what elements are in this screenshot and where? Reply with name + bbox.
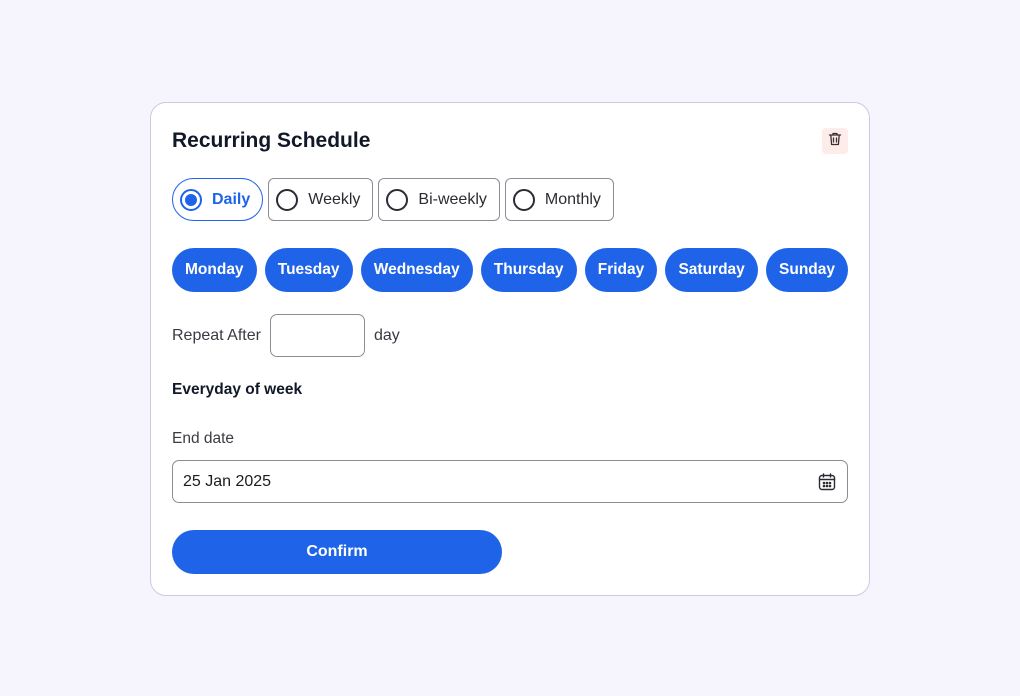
weekday-selector: Monday Tuesday Wednesday Thursday Friday… [172, 248, 848, 292]
end-date-field[interactable]: 25 Jan 2025 [172, 460, 848, 503]
radio-unselected-icon [276, 188, 299, 211]
frequency-options: Daily Weekly Bi-weekly Monthly [172, 178, 614, 221]
radio-unselected-icon [512, 188, 535, 211]
trash-icon [827, 131, 843, 152]
radio-unselected-icon [386, 188, 409, 211]
frequency-option-weekly[interactable]: Weekly [268, 178, 374, 221]
repeat-unit-label: day [373, 326, 400, 344]
day-pill-sunday[interactable]: Sunday [766, 248, 848, 292]
calendar-icon[interactable] [817, 472, 837, 492]
end-date-value: 25 Jan 2025 [183, 472, 272, 490]
day-pill-saturday[interactable]: Saturday [665, 248, 758, 292]
repeat-after-label: Repeat After [172, 326, 261, 344]
delete-button[interactable] [822, 128, 848, 154]
schedule-summary: Everyday of week [172, 381, 303, 398]
day-pill-wednesday[interactable]: Wednesday [360, 248, 473, 292]
frequency-option-label: Daily [212, 190, 251, 208]
end-date-label: End date [172, 430, 235, 447]
day-pill-monday[interactable]: Monday [172, 248, 257, 292]
radio-selected-icon [180, 188, 202, 211]
day-pill-tuesday[interactable]: Tuesday [264, 248, 353, 292]
day-pill-thursday[interactable]: Thursday [480, 248, 577, 292]
frequency-option-label: Bi-weekly [418, 190, 487, 208]
repeat-after-input[interactable] [269, 314, 365, 357]
frequency-option-biweekly[interactable]: Bi-weekly [378, 178, 500, 221]
recurring-schedule-card: Recurring Schedule Daily Weekly Bi-weekl… [150, 102, 870, 596]
page-title: Recurring Schedule [172, 129, 371, 152]
frequency-option-daily[interactable]: Daily [172, 178, 264, 221]
repeat-after-row: Repeat After day [172, 314, 400, 357]
card-header: Recurring Schedule [172, 125, 848, 157]
day-pill-friday[interactable]: Friday [584, 248, 658, 292]
frequency-option-label: Monthly [544, 190, 601, 208]
frequency-option-monthly[interactable]: Monthly [504, 178, 614, 221]
confirm-button[interactable]: Confirm [172, 530, 502, 574]
frequency-option-label: Weekly [308, 190, 361, 208]
